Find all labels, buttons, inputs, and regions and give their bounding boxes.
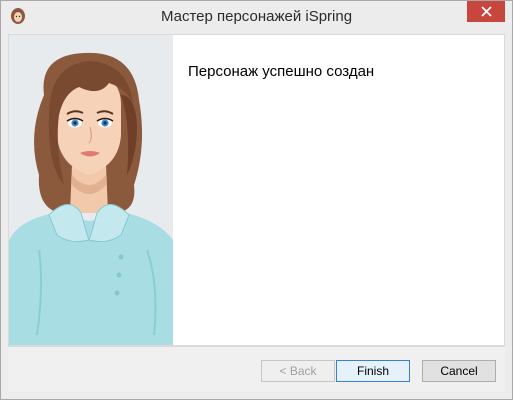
back-button[interactable]: < Back [261, 360, 335, 382]
button-bar: < Back Finish Cancel [8, 346, 505, 392]
finish-button[interactable]: Finish [336, 360, 410, 382]
close-icon [480, 6, 492, 17]
title-bar: Мастер персонажей iSpring [1, 1, 512, 32]
wizard-content: Персонаж успешно создан [8, 34, 505, 346]
cancel-button[interactable]: Cancel [422, 360, 496, 382]
window-title: Мастер персонажей iSpring [160, 8, 353, 25]
illustration-panel [9, 35, 173, 345]
wizard-window: Мастер персонажей iSpring Персонаж успеш… [0, 0, 513, 400]
close-button[interactable] [467, 1, 505, 22]
woman-character-illustration [9, 52, 173, 345]
success-message: Персонаж успешно создан [188, 63, 375, 80]
